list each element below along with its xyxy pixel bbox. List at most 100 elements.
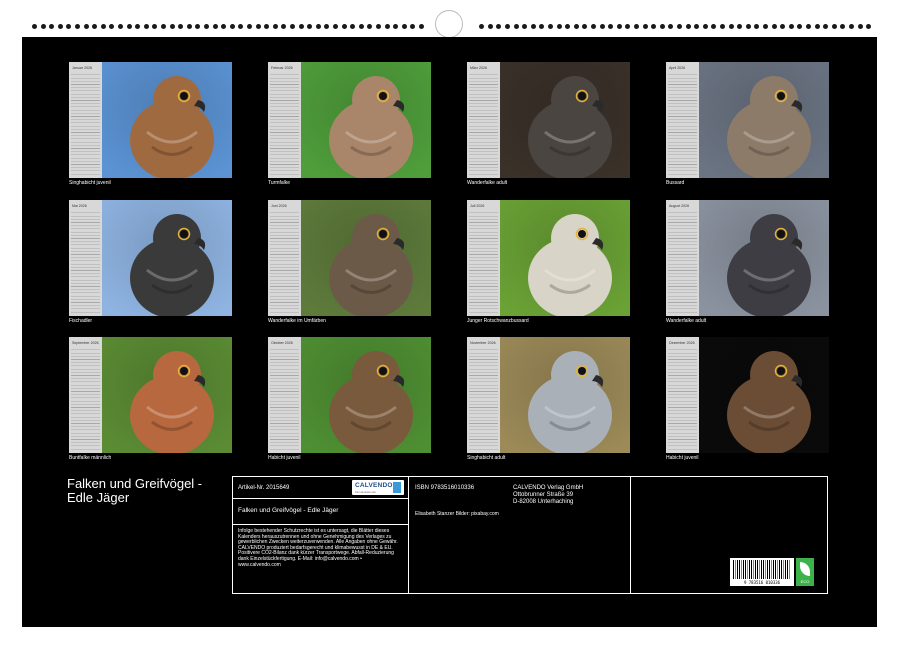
month-tile: Juli 2026Junger Rotschwanzbussard: [467, 200, 632, 318]
publisher-name: CALVENDO Verlag GmbH: [513, 485, 583, 492]
month-name: Januar 2026: [72, 66, 92, 70]
month-tile: Februar 2026Turmfalke: [268, 62, 433, 180]
month-calendar-strip: September 2026: [69, 337, 102, 453]
subtitle-text: Falken und Greifvögel - Edle Jäger: [238, 508, 338, 515]
binding-dot: [58, 24, 63, 29]
binding-dot: [247, 24, 252, 29]
month-calendar-strip: August 2026: [666, 200, 699, 316]
binding-dot: [213, 24, 218, 29]
binding-dot: [720, 24, 725, 29]
photo-caption: Junger Rotschwanzbussard: [467, 318, 529, 324]
binding-dot: [144, 24, 149, 29]
binding-dot: [393, 24, 398, 29]
binding-dot: [557, 24, 562, 29]
binding-dot: [729, 24, 734, 29]
barcode-number: 9 783516 010336: [732, 580, 792, 585]
binding-dot: [204, 24, 209, 29]
binding-dot: [514, 24, 519, 29]
peregrine-juvenile-photo: [301, 200, 431, 316]
binding-dot: [410, 24, 415, 29]
day-lines: [469, 347, 498, 450]
osprey-flight-photo: [102, 200, 232, 316]
month-name: Dezember 2026: [669, 341, 695, 345]
day-lines: [469, 210, 498, 313]
binding-dot: [367, 24, 372, 29]
info-column-left: Artikel-Nr. 2015649 CALVENDO Monatskalen…: [233, 477, 409, 593]
photo-caption: Singhabicht juvenil: [69, 180, 111, 186]
binding-dot: [385, 24, 390, 29]
binding-dot: [660, 24, 665, 29]
binding-dot: [342, 24, 347, 29]
binding-dot: [625, 24, 630, 29]
logo-mark-icon: [393, 482, 401, 493]
binding-dot: [634, 24, 639, 29]
binding-dot: [763, 24, 768, 29]
day-lines: [71, 72, 100, 175]
binding-dot: [221, 24, 226, 29]
binding-dot: [797, 24, 802, 29]
subtitle-row: Falken und Greifvögel - Edle Jäger: [233, 499, 408, 525]
binding-dot: [815, 24, 820, 29]
binding-dot: [754, 24, 759, 29]
day-lines: [71, 210, 100, 313]
binding-dot: [737, 24, 742, 29]
barcode-bars: [733, 560, 791, 579]
month-tile: Oktober 2026Habicht juvenil: [268, 337, 433, 455]
month-tile: April 2026Bussard: [666, 62, 831, 180]
photo-caption: Wanderfalke adult: [666, 318, 706, 324]
month-tile: August 2026Wanderfalke adult: [666, 200, 831, 318]
binding-dot: [152, 24, 157, 29]
kestrel-photo: [301, 62, 431, 178]
binding-dot: [359, 24, 364, 29]
binding-dot: [135, 24, 140, 29]
red-tailed-hawk-photo: [500, 200, 630, 316]
hanger-hole: [435, 10, 463, 38]
goshawk-portrait-photo: [699, 337, 829, 453]
american-kestrel-photo: [102, 337, 232, 453]
binding-dot: [789, 24, 794, 29]
month-calendar-strip: Dezember 2026: [666, 337, 699, 453]
binding-dot: [600, 24, 605, 29]
binding-dot: [496, 24, 501, 29]
photo-caption: Bussard: [666, 180, 684, 186]
binding-dot: [84, 24, 89, 29]
day-lines: [270, 72, 299, 175]
month-name: Mai 2026: [72, 204, 87, 208]
binding-dot: [711, 24, 716, 29]
month-name: Juni 2026: [271, 204, 287, 208]
photo-caption: Wanderfalke im Umfärben: [268, 318, 326, 324]
day-lines: [668, 347, 697, 450]
binding-dot: [170, 24, 175, 29]
binding-dot: [832, 24, 837, 29]
barcode: 9 783516 010336: [730, 558, 794, 586]
binding-dot: [178, 24, 183, 29]
month-name: August 2026: [669, 204, 689, 208]
day-lines: [668, 72, 697, 175]
binding-dot: [574, 24, 579, 29]
binding-dot: [161, 24, 166, 29]
binding-dot: [376, 24, 381, 29]
month-name: Oktober 2026: [271, 341, 293, 345]
month-tile: September 2026Buntfalke männlich: [69, 337, 234, 455]
month-tile: Dezember 2026Habicht juvenil: [666, 337, 831, 455]
binding-dot: [32, 24, 37, 29]
logo-sub-text: Monatskalender: [355, 490, 376, 494]
article-number: Artikel-Nr. 2015649: [238, 485, 289, 492]
binding-dot: [617, 24, 622, 29]
binding-dot: [127, 24, 132, 29]
info-column-middle: ISBN 9783516010336 CALVENDO Verlag GmbH …: [409, 477, 631, 593]
goshawk-juvenile-photo: [301, 337, 431, 453]
binding-dot: [858, 24, 863, 29]
calendar-title: Falken und Greifvögel - Edle Jäger: [67, 477, 207, 505]
binding-dot: [531, 24, 536, 29]
binding-dot: [101, 24, 106, 29]
binding-dot: [41, 24, 46, 29]
month-tile: Mai 2026Fischadler: [69, 200, 234, 318]
binding-dot: [548, 24, 553, 29]
binding-dot: [118, 24, 123, 29]
binding-dot: [264, 24, 269, 29]
photo-caption: Habicht juvenil: [268, 455, 301, 461]
photo-caption: Wanderfalke adult: [467, 180, 507, 186]
eco-label-icon: ECO: [796, 558, 814, 586]
binding-dot: [238, 24, 243, 29]
